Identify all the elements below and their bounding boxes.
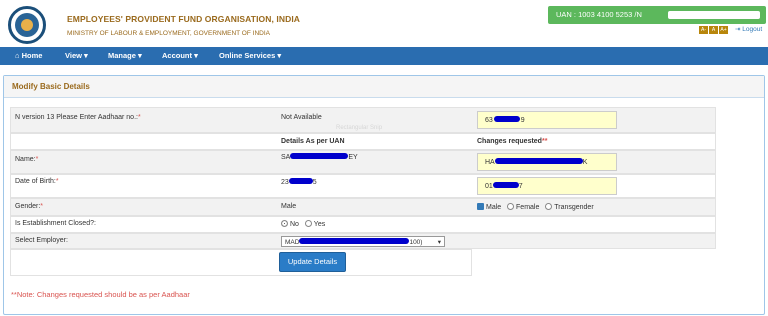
radio-icon xyxy=(545,203,553,210)
ministry-name: MINISTRY OF LABOUR & EMPLOYMENT, GOVERNM… xyxy=(67,30,270,37)
nav-account[interactable]: Account ▾ xyxy=(162,51,198,60)
nav-view[interactable]: View ▾ xyxy=(65,51,88,60)
employer-select[interactable]: MAD 100) ▾ xyxy=(281,236,445,247)
dob-row: Date of Birth:* 23 5 01 7 xyxy=(10,174,716,198)
establishment-closed-options: No Yes xyxy=(281,220,325,228)
nav-home-label: Home xyxy=(21,51,43,60)
gender-current-value: Male xyxy=(281,203,297,210)
gender-row: Gender:* Male Male Female Transgender xyxy=(10,198,716,216)
nav-manage[interactable]: Manage ▾ xyxy=(108,51,142,60)
uan-redaction xyxy=(668,11,760,19)
employer-row: Select Employer: MAD 100) ▾ xyxy=(10,233,716,249)
radio-icon xyxy=(507,203,515,210)
font-size-controls: A- A A+ xyxy=(699,26,728,34)
snip-watermark: Rectangular Snip xyxy=(336,125,383,131)
dob-label: Date of Birth:* xyxy=(15,178,59,185)
uan-badge: UAN : 1003 4100 5253 /N xyxy=(548,6,766,24)
name-current-value: SA EY xyxy=(281,153,358,161)
radio-selected-icon xyxy=(281,220,288,227)
column-headers-row: Details As per UAN Changes requested** xyxy=(10,133,716,150)
nav-online-services[interactable]: Online Services ▾ xyxy=(219,51,281,60)
aadhaar-input[interactable]: 63 9 xyxy=(477,111,617,129)
logout-icon: ⇥ xyxy=(735,26,741,33)
font-decrease-button[interactable]: A- xyxy=(699,26,708,34)
checked-box-icon xyxy=(477,203,484,210)
gender-option-female[interactable]: Female xyxy=(507,203,539,211)
closed-option-no[interactable]: No xyxy=(281,220,299,228)
main-navbar: ⌂ Home View ▾ Manage ▾ Account ▾ Online … xyxy=(0,47,768,65)
button-row xyxy=(10,249,472,276)
epfo-logo xyxy=(8,6,46,44)
font-normal-button[interactable]: A xyxy=(709,26,718,34)
dob-current-value: 23 5 xyxy=(281,178,317,186)
name-label: Name:* xyxy=(15,156,39,163)
logout-label: Logout xyxy=(742,26,763,33)
radio-icon xyxy=(304,220,312,227)
col-header-uan: Details As per UAN xyxy=(281,138,345,145)
aadhaar-current-value: Not Available xyxy=(281,114,322,121)
update-details-button[interactable]: Update Details xyxy=(279,252,346,272)
gender-option-male[interactable]: Male xyxy=(477,203,501,211)
establishment-closed-label: Is Establishment Closed?: xyxy=(15,220,96,227)
gender-option-transgender[interactable]: Transgender xyxy=(545,203,594,211)
closed-option-yes[interactable]: Yes xyxy=(304,220,325,228)
gender-label: Gender:* xyxy=(15,203,44,210)
aadhaar-label: N version 13 Please Enter Aadhaar no.:* xyxy=(15,114,141,121)
gender-options: Male Female Transgender xyxy=(477,203,594,211)
font-increase-button[interactable]: A+ xyxy=(719,26,728,34)
col-header-changes: Changes requested** xyxy=(477,138,548,145)
nav-home[interactable]: ⌂ Home xyxy=(15,51,42,60)
dob-input[interactable]: 01 7 xyxy=(477,177,617,195)
panel-title: Modify Basic Details xyxy=(4,76,764,98)
name-input[interactable]: HA K xyxy=(477,153,617,171)
employer-label: Select Employer: xyxy=(15,237,68,244)
home-icon: ⌂ xyxy=(15,51,20,60)
aadhaar-note: **Note: Changes requested should be as p… xyxy=(11,290,190,299)
logout-link[interactable]: ⇥ Logout xyxy=(735,25,762,33)
chevron-down-icon: ▾ xyxy=(437,239,441,246)
establishment-closed-row: Is Establishment Closed?: No Yes xyxy=(10,216,716,233)
name-row: Name:* SA EY HA K xyxy=(10,150,716,174)
uan-text: UAN : 1003 4100 5253 /N xyxy=(556,10,642,19)
org-name: EMPLOYEES' PROVIDENT FUND ORGANISATION, … xyxy=(67,14,301,24)
site-header: EMPLOYEES' PROVIDENT FUND ORGANISATION, … xyxy=(0,0,768,47)
